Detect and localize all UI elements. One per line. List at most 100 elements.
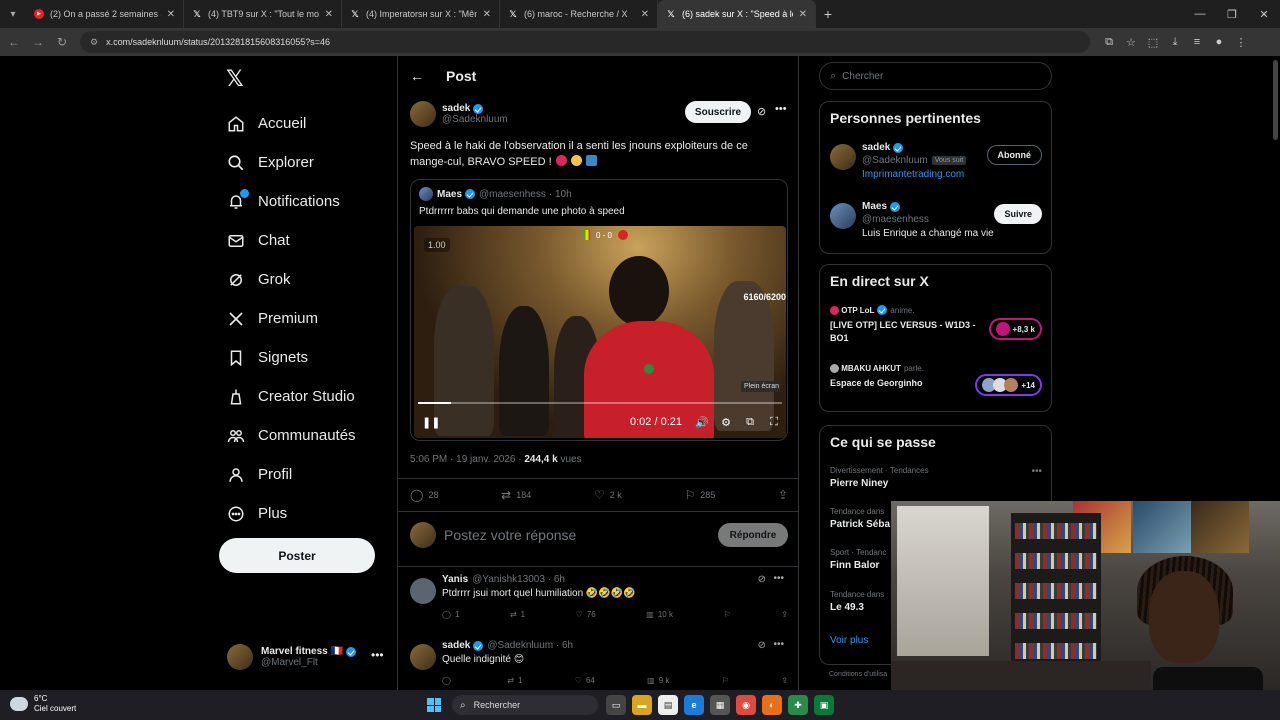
account-switcher[interactable]: Marvel fitness 🇫🇷 @Marvel_Flt ••• xyxy=(227,644,384,670)
views-action[interactable]: ▥ 10 k xyxy=(646,610,673,619)
close-tab-icon[interactable]: ✕ xyxy=(167,9,175,20)
repost-action[interactable]: ⇄ 184 xyxy=(501,488,531,502)
nav-item-bookmarks[interactable]: Signets xyxy=(226,338,356,377)
reply-action[interactable]: ◯ xyxy=(442,676,455,685)
back-arrow-icon[interactable]: ← xyxy=(410,68,424,84)
maximize-icon[interactable]: ❐ xyxy=(1216,0,1248,28)
repost-action[interactable]: ⇄ 1 xyxy=(507,676,522,685)
reply-button[interactable]: Répondre xyxy=(718,523,788,547)
edge-icon[interactable]: e xyxy=(684,695,704,715)
nav-item-communities[interactable]: Communautés xyxy=(226,416,356,455)
file-explorer-icon[interactable]: ▬ xyxy=(632,695,652,715)
close-tab-icon[interactable]: ✕ xyxy=(799,9,807,20)
quoted-post[interactable]: Maes @maesenhess · 10h Ptdrrrrrr babs qu… xyxy=(410,179,788,441)
download-icon[interactable]: ⤓ xyxy=(1164,36,1186,49)
bookmark-action[interactable]: ⚐ xyxy=(724,610,731,619)
media-icon[interactable]: ≡ xyxy=(1186,36,1208,49)
firefox-icon[interactable]: ◐ xyxy=(762,695,782,715)
close-tab-icon[interactable]: ✕ xyxy=(325,9,333,20)
live-count-pill[interactable]: +8,3 k xyxy=(988,318,1042,340)
install-app-icon[interactable]: ⧉ xyxy=(1098,36,1120,49)
new-tab-button[interactable]: + xyxy=(816,6,840,22)
profile-icon[interactable]: ● xyxy=(1208,36,1230,49)
reply-action[interactable]: ◯ 1 xyxy=(442,610,459,619)
live-item[interactable]: MBAKU AHKUT parle. Espace de Georginho +1… xyxy=(830,364,1042,396)
bookmark-star-icon[interactable]: ☆ xyxy=(1120,36,1142,49)
fullscreen-icon[interactable]: ⛶ xyxy=(762,416,786,429)
browser-tab[interactable]: 𝕏 (6) maroc - Recherche / X ✕ xyxy=(500,0,658,28)
site-info-icon[interactable]: ⚙ xyxy=(90,37,98,48)
nav-item-explore[interactable]: Explorer xyxy=(226,143,356,182)
like-action[interactable]: ♡ 76 xyxy=(576,610,596,619)
terms-link[interactable]: Conditions d'utilisa xyxy=(829,671,887,678)
app-icon[interactable]: ✚ xyxy=(788,695,808,715)
browser-menu-icon[interactable]: ⋮ xyxy=(1230,36,1252,49)
show-more-link[interactable]: Voir plus xyxy=(830,635,868,646)
windows-start-icon[interactable] xyxy=(427,698,441,712)
grok-icon[interactable]: ⊘ xyxy=(758,640,766,651)
nav-item-grok[interactable]: Grok xyxy=(226,260,356,299)
x-logo-icon[interactable]: 𝕏 xyxy=(226,66,244,92)
nav-item-premium[interactable]: Premium xyxy=(226,299,356,338)
volume-icon[interactable]: 🔊 xyxy=(690,416,714,429)
close-tab-icon[interactable]: ✕ xyxy=(641,9,649,20)
following-button[interactable]: Abonné xyxy=(986,145,1042,165)
live-count-pill[interactable]: +14 xyxy=(975,374,1042,396)
forward-arrow-icon[interactable]: → xyxy=(26,28,50,56)
reply-action[interactable]: ◯ 28 xyxy=(410,488,438,502)
browser-tab-active[interactable]: 𝕏 (6) sadek sur X : "Speed à le ✕ xyxy=(658,0,816,28)
weather-widget[interactable]: 6°C Ciel couvert xyxy=(10,694,76,714)
grok-icon[interactable]: ⊘ xyxy=(757,105,766,118)
repost-action[interactable]: ⇄ 1 xyxy=(510,610,525,619)
like-action[interactable]: ♡ 2 k xyxy=(594,488,622,502)
page-scrollbar[interactable] xyxy=(1273,60,1278,140)
post-author[interactable]: sadek @Sadeknluum xyxy=(410,101,508,127)
bookmark-action[interactable]: ⚐ xyxy=(722,676,729,685)
settings-gear-icon[interactable]: ⚙ xyxy=(714,416,738,429)
browser-tab[interactable]: 𝕏(4) TBT9 sur X : "Tout le monde✕ xyxy=(184,0,342,28)
trend-item[interactable]: Divertissement · Tendances Pierre Niney … xyxy=(830,466,1042,489)
store-icon[interactable]: ▦ xyxy=(710,695,730,715)
nav-item-profile[interactable]: Profil xyxy=(226,455,356,494)
pause-icon[interactable]: ❚❚ xyxy=(422,416,440,429)
more-dots-icon[interactable]: ••• xyxy=(773,573,784,584)
live-item[interactable]: OTP LoL anime. [LIVE OTP] LEC VERSUS - W1… xyxy=(830,305,1042,345)
subscribe-button[interactable]: Souscrire xyxy=(685,101,751,123)
chrome-icon[interactable]: ◉ xyxy=(736,695,756,715)
notepad-icon[interactable]: ▤ xyxy=(658,695,678,715)
browser-tab[interactable]: ▶(2) On a passé 2 semaines avec✕ xyxy=(26,0,184,28)
search-input[interactable]: ⌕ Chercher xyxy=(819,62,1052,90)
nav-item-creator-studio[interactable]: Creator Studio xyxy=(226,377,356,416)
close-tab-icon[interactable]: ✕ xyxy=(483,9,491,20)
task-view-icon[interactable]: ▭ xyxy=(606,695,626,715)
nav-item-more[interactable]: Plus xyxy=(226,494,356,533)
browser-tab[interactable]: 𝕏 (4) Imperatorsн sur X : "Même ✕ xyxy=(342,0,500,28)
video-player[interactable]: 1.00 0 - 0 6160/6200 Plein écran ❚❚ 0:02… xyxy=(414,226,786,438)
more-dots-icon[interactable]: ••• xyxy=(775,103,787,115)
close-window-icon[interactable]: ✕ xyxy=(1248,0,1280,28)
follow-button[interactable]: Suivre xyxy=(994,204,1042,224)
post-button[interactable]: Poster xyxy=(219,538,375,573)
taskbar-search[interactable]: ⌕ Rechercher xyxy=(452,695,598,715)
views-action[interactable]: ▥ 9 k xyxy=(647,676,669,685)
nav-item-notifications[interactable]: Notifications xyxy=(226,182,356,221)
share-action[interactable]: ⇪ xyxy=(778,488,788,502)
url-field[interactable]: ⚙ x.com/sadeknluum/status/201328181560831… xyxy=(80,31,1090,53)
share-action[interactable]: ⇪ xyxy=(781,676,788,685)
nav-item-home[interactable]: Accueil xyxy=(226,104,356,143)
app-icon[interactable]: ▣ xyxy=(814,695,834,715)
like-action[interactable]: ♡ 64 xyxy=(575,676,595,685)
minimize-icon[interactable]: — xyxy=(1184,0,1216,28)
nav-item-chat[interactable]: Chat xyxy=(226,221,356,260)
profile-link[interactable]: Imprimantetrading.com xyxy=(862,169,964,180)
grok-icon[interactable]: ⊘ xyxy=(758,574,766,585)
picture-in-picture-icon[interactable]: ⧉ xyxy=(738,416,762,429)
video-progress-bar[interactable] xyxy=(418,402,782,404)
reply-input[interactable]: Postez votre réponse xyxy=(444,527,718,543)
bookmark-action[interactable]: ⚐ 285 xyxy=(684,488,715,502)
tab-search-button[interactable]: ▾ xyxy=(0,0,26,28)
more-dots-icon[interactable]: ••• xyxy=(371,648,384,662)
reload-icon[interactable]: ↻ xyxy=(50,28,74,56)
more-dots-icon[interactable]: ••• xyxy=(1031,466,1042,477)
extensions-icon[interactable]: ⬚ xyxy=(1142,36,1164,49)
